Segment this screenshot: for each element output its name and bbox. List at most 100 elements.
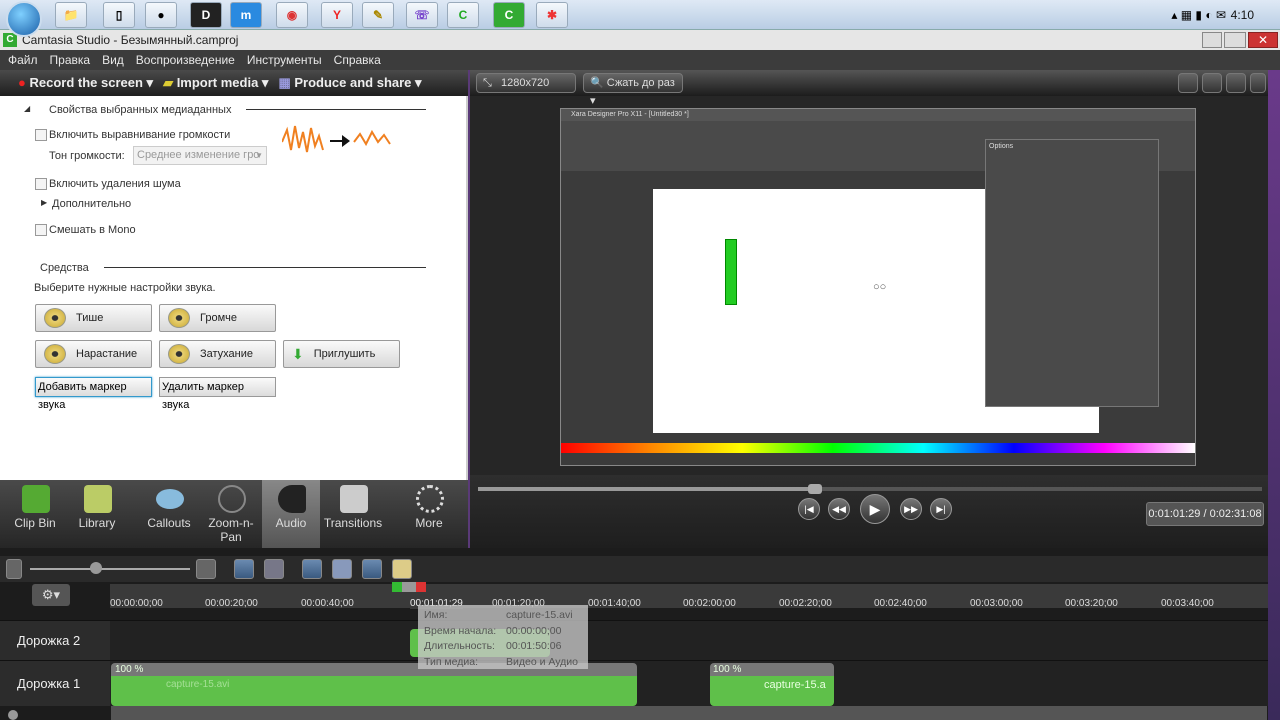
tab-label: Audio <box>275 516 307 530</box>
fullscreen-icon[interactable] <box>1226 73 1246 93</box>
close-button[interactable]: ✕ <box>1248 32 1278 48</box>
tooltip-label: Тип медиа: <box>424 655 478 668</box>
volume-leveling-label: Включить выравнивание громкости <box>49 129 231 141</box>
tab-clip-bin[interactable]: Clip Bin <box>2 480 68 548</box>
zoom-select[interactable]: 🔍 Сжать до раз ▾ <box>583 73 683 107</box>
undo-icon[interactable] <box>234 559 254 579</box>
playhead-handle[interactable] <box>392 582 426 592</box>
taskbar-app-camtasia-recorder[interactable]: C <box>493 2 525 28</box>
zoom-slider-thumb[interactable] <box>90 562 102 574</box>
menu-tools[interactable]: Инструменты <box>247 53 322 67</box>
magnifier-icon <box>218 485 246 513</box>
copy-icon[interactable] <box>362 559 382 579</box>
louder-button[interactable]: Громче <box>159 304 276 332</box>
start-button[interactable] <box>6 1 42 37</box>
window-title-bar: C Camtasia Studio - Безымянный.camproj ✕ <box>0 30 1280 50</box>
remove-audio-marker-button[interactable]: Удалить маркер звука <box>159 377 276 411</box>
mix-mono-label: Смешать в Mono <box>49 224 136 236</box>
volume-leveling-checkbox[interactable] <box>35 129 47 141</box>
time-display: 0:01:01:29 / 0:02:31:08 <box>1146 502 1264 526</box>
produce-icon: ▦ <box>278 75 291 90</box>
preview-canvas[interactable]: Xara Designer Pro X11 - [Untitled30 *] ○… <box>560 108 1196 466</box>
taskbar-app-d[interactable]: D <box>190 2 222 28</box>
skip-forward-button[interactable]: ▶| <box>930 498 952 520</box>
menu-playback[interactable]: Воспроизведение <box>136 53 235 67</box>
produce-share-button[interactable]: ▦ Produce and share ▾ <box>278 70 421 96</box>
options-dialog-title: Options <box>989 143 1014 150</box>
seek-bar[interactable] <box>478 487 1262 491</box>
detach-icon[interactable] <box>1250 73 1266 93</box>
record-label: Record the screen ▾ <box>29 75 154 90</box>
add-audio-marker-button[interactable]: Добавить маркер звука <box>35 377 152 411</box>
record-icon: ● <box>18 75 26 90</box>
tab-label: More <box>415 516 443 530</box>
volume-tone-select[interactable]: Среднее изменение гро ▼ <box>133 146 267 165</box>
zoom-slider[interactable] <box>30 568 190 570</box>
taskbar-app-chrome[interactable]: ◉ <box>276 2 308 28</box>
skip-back-button[interactable]: |◀ <box>798 498 820 520</box>
cut-icon[interactable] <box>302 559 322 579</box>
tooltip-value: 00:00:00;00 <box>506 624 562 637</box>
clip-volume: 100 % <box>713 664 742 675</box>
taskbar-app-explorer[interactable]: 📁 <box>55 2 87 28</box>
tab-callouts[interactable]: Callouts <box>136 480 202 548</box>
menu-bar: Файл Правка Вид Воспроизведение Инструменты С… <box>0 50 1280 70</box>
volume-tone-label: Тон громкости: <box>49 150 125 162</box>
menu-help[interactable]: Справка <box>334 53 381 67</box>
tab-zoom-n-pan[interactable]: Zoom-n-Pan <box>198 480 264 548</box>
taskbar-app-camtasia[interactable]: C <box>447 2 479 28</box>
menu-file[interactable]: Файл <box>8 53 38 67</box>
pan-hand-icon[interactable] <box>1202 73 1222 93</box>
taskbar-app-yandex[interactable]: Y <box>321 2 353 28</box>
horizontal-scrollbar[interactable] <box>111 706 1267 720</box>
minimize-button[interactable] <box>1202 32 1222 48</box>
playback-controls: |◀ ◀◀ ▶ ▶▶ ▶| 0:01:01:29 / 0:02:31:08 <box>470 475 1268 548</box>
seek-thumb[interactable] <box>808 484 823 494</box>
track-2: Дорожка 2 <box>0 620 1268 660</box>
paste-icon[interactable] <box>392 559 412 579</box>
taskbar-app-obs[interactable]: ● <box>145 2 177 28</box>
fade-in-label: Нарастание <box>76 348 138 360</box>
play-button[interactable]: ▶ <box>860 494 890 524</box>
silence-button[interactable]: ⬇ Приглушить <box>283 340 400 368</box>
mix-mono-checkbox[interactable] <box>35 224 47 236</box>
noise-removal-checkbox[interactable] <box>35 178 47 190</box>
timeline-ruler[interactable]: 00:00:00;00 00:00:20;00 00:00:40;00 00:01:2… <box>110 584 1268 609</box>
taskbar-app-huawei[interactable]: ✱ <box>536 2 568 28</box>
zoom-out-icon[interactable] <box>6 559 22 579</box>
menu-view[interactable]: Вид <box>102 53 124 67</box>
track-height-slider[interactable] <box>8 710 18 720</box>
clock[interactable]: 4:10 <box>1231 8 1254 22</box>
dimensions-label: 1280x720 <box>500 77 550 89</box>
tooltip-value: capture-15.avi <box>506 609 573 621</box>
zoom-in-icon[interactable] <box>196 559 216 579</box>
tab-library[interactable]: Library <box>64 480 130 548</box>
menu-edit[interactable]: Правка <box>50 53 91 67</box>
taskbar-app-viber[interactable]: ☏ <box>406 2 438 28</box>
timeline-settings-gear-icon[interactable]: ⚙▾ <box>32 584 70 606</box>
fast-forward-button[interactable]: ▶▶ <box>900 498 922 520</box>
tab-transitions[interactable]: Transitions <box>320 480 386 548</box>
video-clip[interactable]: 100 % capture-15.a <box>710 663 834 706</box>
rewind-button[interactable]: ◀◀ <box>828 498 850 520</box>
fade-out-button[interactable]: Затухание <box>159 340 276 368</box>
taskbar-app-tool[interactable]: ✎ <box>362 2 394 28</box>
redo-icon[interactable] <box>264 559 284 579</box>
tab-more[interactable]: More <box>396 480 462 548</box>
fade-in-button[interactable]: Нарастание <box>35 340 152 368</box>
taskbar-app-notes[interactable]: ▯ <box>103 2 135 28</box>
taskbar-app-maxthon[interactable]: m <box>230 2 262 28</box>
quieter-button[interactable]: Тише <box>35 304 152 332</box>
tray-icons[interactable]: ▴ ▦ ▮ ◐ ✉ <box>1171 8 1226 22</box>
collapse-icon[interactable]: ◢ <box>24 104 30 113</box>
expand-icon[interactable]: ▶ <box>41 198 47 207</box>
clip-name: capture-15.a <box>764 679 826 691</box>
record-screen-button[interactable]: ● Record the screen ▾ <box>18 70 153 96</box>
split-icon[interactable] <box>332 559 352 579</box>
advanced-toggle[interactable]: Дополнительно <box>52 198 131 210</box>
tab-audio[interactable]: Audio <box>262 480 320 548</box>
maximize-button[interactable] <box>1224 32 1246 48</box>
dimensions-button[interactable]: ⤡ 1280x720 <box>476 73 576 93</box>
crop-icon[interactable] <box>1178 73 1198 93</box>
import-media-button[interactable]: ▰ Import media ▾ <box>163 70 268 96</box>
